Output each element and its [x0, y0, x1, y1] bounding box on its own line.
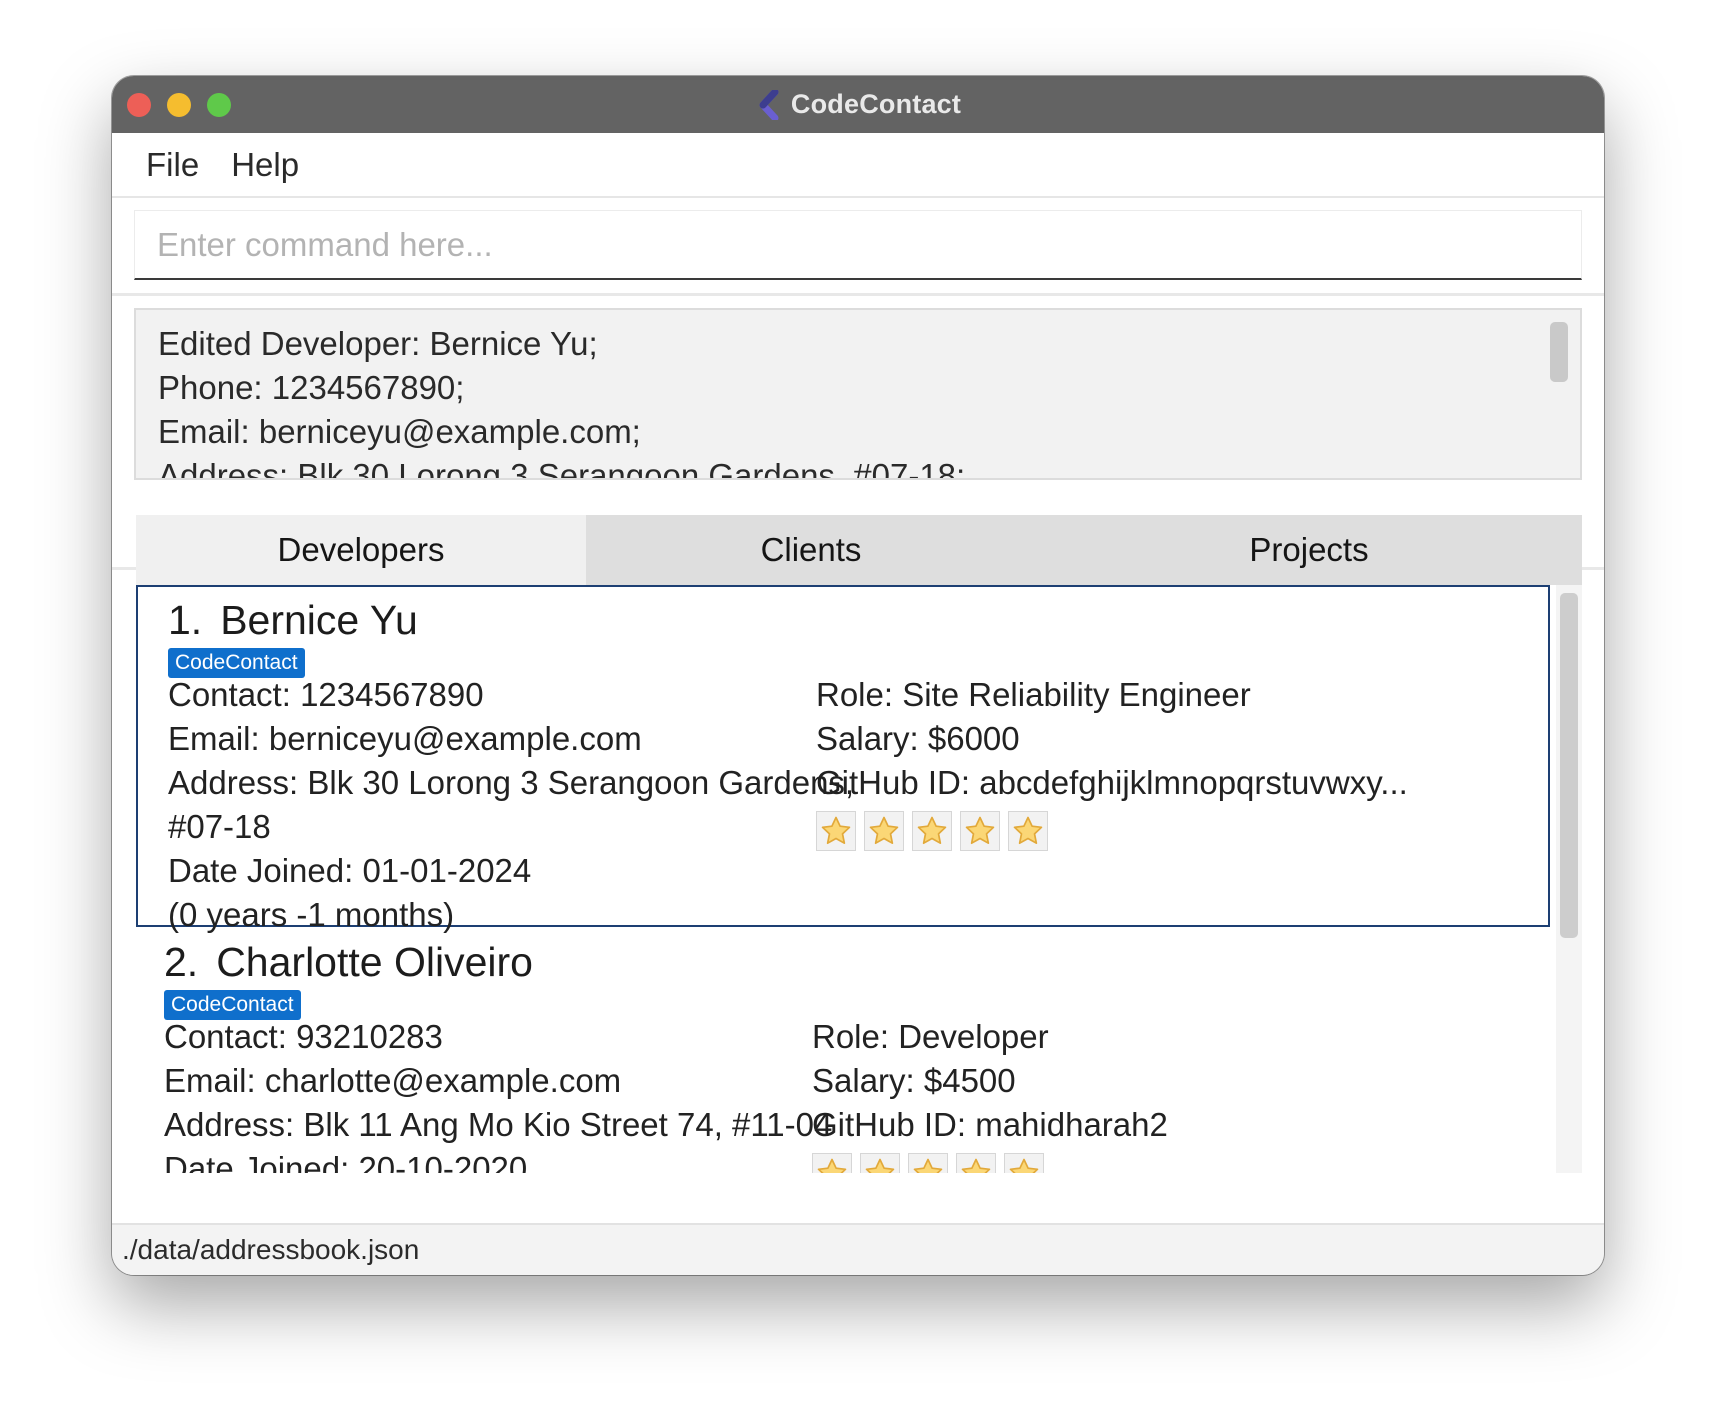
result-line: Email: berniceyu@example.com; — [158, 413, 641, 450]
rating-stars — [816, 811, 1408, 851]
developer-contact: Contact: 93210283 — [164, 1018, 443, 1055]
developer-role: Role: Site Reliability Engineer — [816, 676, 1251, 713]
developer-salary: Salary: $6000 — [816, 720, 1020, 757]
result-line: Edited Developer: Bernice Yu; — [158, 325, 598, 362]
result-display[interactable]: Edited Developer: Bernice Yu; Phone: 123… — [134, 308, 1582, 480]
app-window: CodeContact File Help Edited Developer: … — [112, 76, 1604, 1275]
tab-developers[interactable]: Developers — [136, 515, 586, 585]
result-line: Address: Blk 30 Lorong 3 Serangoon Garde… — [158, 457, 966, 480]
star-icon — [860, 1153, 900, 1173]
developer-github: GitHub ID: abcdefghijklmnopqrstuvwxy... — [816, 764, 1408, 801]
developer-date-joined: Date Joined: 20-10-2020 — [164, 1150, 528, 1173]
developer-name: Bernice Yu — [220, 597, 418, 643]
developer-index: 2. — [164, 939, 199, 985]
menu-file[interactable]: File — [146, 146, 199, 184]
rating-stars — [812, 1153, 1168, 1173]
developer-right-column: Role: Developer Salary: $4500 GitHub ID:… — [812, 1015, 1168, 1173]
developer-email: Email: charlotte@example.com — [164, 1062, 622, 1099]
command-box-area — [112, 198, 1604, 296]
developer-card[interactable]: 2. Charlotte Oliveiro CodeContact Contact… — [136, 929, 1550, 1173]
window-title-group: CodeContact — [755, 89, 961, 120]
developer-address-cont: #07-18 — [168, 808, 271, 845]
app-logo-icon — [759, 89, 779, 120]
developer-role: Role: Developer — [812, 1018, 1049, 1055]
star-icon — [1008, 811, 1048, 851]
developer-list: 1. Bernice Yu CodeContact Contact: 123456… — [136, 585, 1582, 1173]
developer-left-column: Contact: 1234567890 Email: berniceyu@exa… — [168, 673, 854, 937]
developer-name: Charlotte Oliveiro — [216, 939, 533, 985]
status-bar: ./data/addressbook.json — [112, 1223, 1604, 1275]
developer-right-column: Role: Site Reliability Engineer Salary: … — [816, 673, 1408, 851]
developer-address: Address: Blk 30 Lorong 3 Serangoon Garde… — [168, 764, 855, 801]
developer-date-joined: Date Joined: 01-01-2024 — [168, 852, 532, 889]
close-window-button[interactable] — [127, 93, 151, 117]
star-icon — [912, 811, 952, 851]
developer-contact: Contact: 1234567890 — [168, 676, 484, 713]
tab-bar: Developers Clients Projects — [136, 515, 1582, 585]
menu-help[interactable]: Help — [231, 146, 299, 184]
title-bar[interactable]: CodeContact — [112, 76, 1604, 133]
menu-bar: File Help — [112, 133, 1604, 198]
developer-email: Email: berniceyu@example.com — [168, 720, 642, 757]
window-title: CodeContact — [790, 89, 962, 119]
developer-salary: Salary: $4500 — [812, 1062, 1016, 1099]
developer-address: Address: Blk 11 Ang Mo Kio Street 74, #1… — [164, 1106, 833, 1143]
tab-projects[interactable]: Projects — [1036, 515, 1582, 585]
star-icon — [816, 811, 856, 851]
star-icon — [956, 1153, 996, 1173]
developer-name-line: 2. Charlotte Oliveiro — [164, 939, 1550, 986]
command-input[interactable] — [134, 210, 1582, 280]
developer-index: 1. — [168, 597, 203, 643]
star-icon — [812, 1153, 852, 1173]
developer-name-line: 1. Bernice Yu — [168, 597, 1548, 644]
star-icon — [908, 1153, 948, 1173]
zoom-window-button[interactable] — [207, 93, 231, 117]
developer-github: GitHub ID: mahidharah2 — [812, 1106, 1168, 1143]
list-scrollbar-track[interactable] — [1556, 585, 1582, 1173]
result-scrollbar[interactable] — [1550, 322, 1568, 382]
result-line: Phone: 1234567890; — [158, 369, 465, 406]
star-icon — [1004, 1153, 1044, 1173]
developer-left-column: Contact: 93210283 Email: charlotte@examp… — [164, 1015, 832, 1173]
star-icon — [960, 811, 1000, 851]
list-scrollbar-thumb[interactable] — [1560, 593, 1578, 938]
save-file-path: ./data/addressbook.json — [122, 1234, 420, 1265]
minimize-window-button[interactable] — [167, 93, 191, 117]
developer-card[interactable]: 1. Bernice Yu CodeContact Contact: 123456… — [136, 585, 1550, 933]
star-icon — [864, 811, 904, 851]
tab-clients[interactable]: Clients — [586, 515, 1036, 585]
